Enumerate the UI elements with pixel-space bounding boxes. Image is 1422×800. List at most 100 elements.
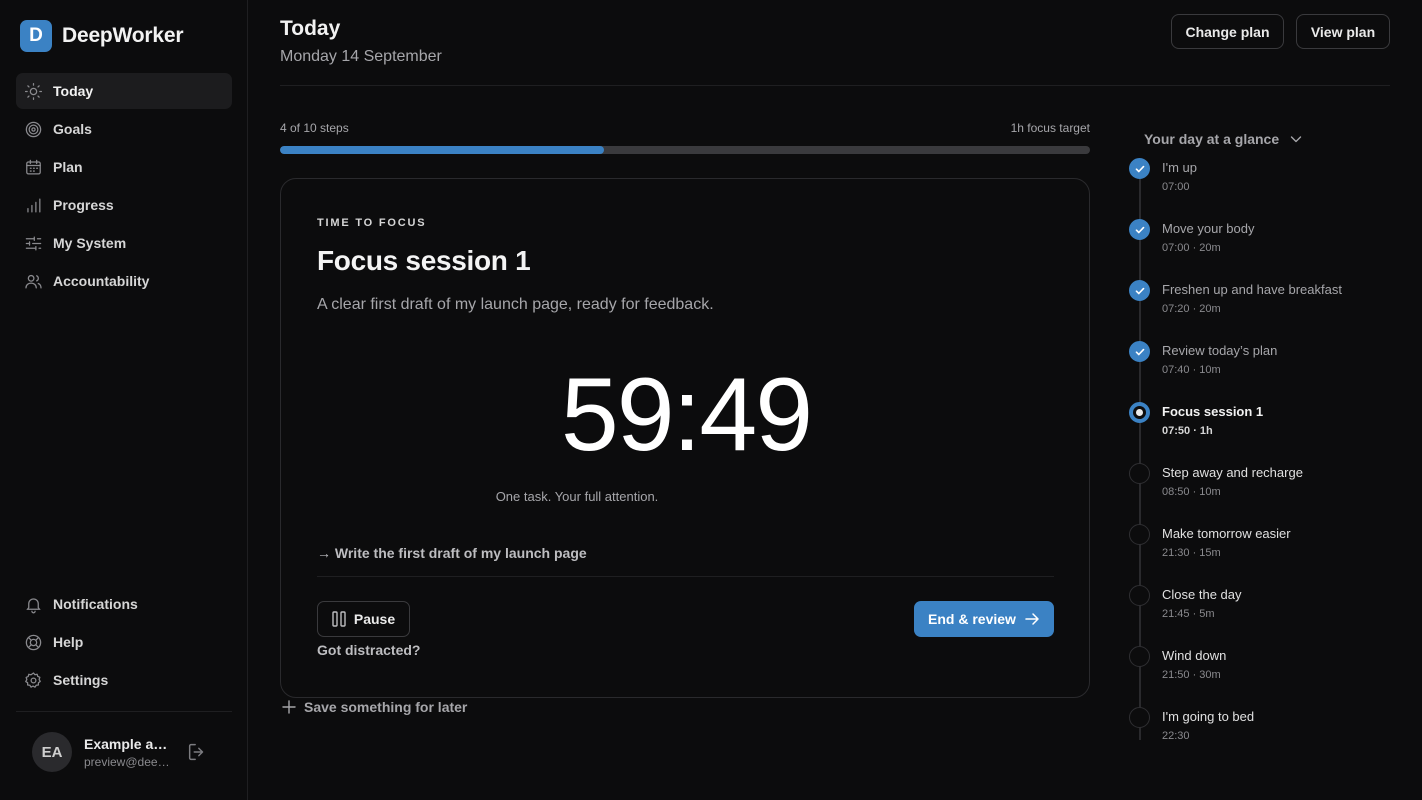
pending-step-icon	[1129, 463, 1150, 484]
timeline-item-time: 08:50 · 10m	[1162, 486, 1221, 498]
check-icon	[1129, 341, 1150, 362]
sidebar-item-label: My System	[53, 235, 127, 251]
got-distracted-link[interactable]: Got distracted?	[317, 642, 420, 658]
sun-icon	[24, 82, 43, 101]
pending-step-icon	[1129, 524, 1150, 545]
timeline-item-title: Focus session 1	[1162, 404, 1264, 419]
timeline-item[interactable]: I'm going to bed 22:30	[1129, 707, 1389, 757]
timeline-item-title: Move your body	[1162, 221, 1255, 236]
secondary-nav: Notifications Help Settings	[16, 586, 232, 700]
sidebar: D DeepWorker Today Goals Plan Progress M…	[0, 0, 248, 800]
timeline-item[interactable]: Move your body 07:00 · 20m	[1129, 219, 1389, 269]
timeline-item[interactable]: Close the day 21:45 · 5m	[1129, 585, 1389, 635]
bar-chart-icon	[24, 196, 43, 215]
pause-button[interactable]: Pause	[317, 601, 410, 637]
target-icon	[24, 120, 43, 139]
change-plan-button[interactable]: Change plan	[1171, 14, 1284, 49]
sidebar-item-help[interactable]: Help	[16, 624, 232, 660]
timeline-item[interactable]: Step away and recharge 08:50 · 10m	[1129, 463, 1389, 513]
pending-step-icon	[1129, 646, 1150, 667]
pending-step-icon	[1129, 707, 1150, 728]
sidebar-item-goals[interactable]: Goals	[16, 111, 232, 147]
sidebar-item-my-system[interactable]: My System	[16, 225, 232, 261]
timeline-item-title: Review today’s plan	[1162, 343, 1278, 358]
header-divider	[280, 85, 1390, 86]
user-profile[interactable]: EA Example account preview@deepworker.ap…	[32, 732, 170, 772]
countdown-timer: 59:49	[560, 357, 813, 473]
check-icon	[1129, 280, 1150, 301]
user-email: preview@deepworker.app	[84, 754, 170, 769]
timeline-item-title: Make tomorrow easier	[1162, 526, 1291, 541]
day-at-a-glance-toggle[interactable]: Your day at a glance	[1144, 131, 1303, 147]
sidebar-item-label: Notifications	[53, 596, 138, 612]
sidebar-item-label: Plan	[53, 159, 83, 175]
timeline-item-time: 07:40 · 10m	[1162, 364, 1221, 376]
divider	[317, 576, 1054, 577]
progress-target-label: 1h focus target	[1010, 121, 1090, 135]
timeline-item[interactable]: Wind down 21:50 · 30m	[1129, 646, 1389, 696]
timeline-heading: Your day at a glance	[1144, 131, 1280, 147]
session-eyebrow: TIME TO FOCUS	[317, 217, 427, 229]
sliders-icon	[24, 234, 43, 253]
avatar: EA	[32, 732, 72, 772]
timeline-item[interactable]: Focus session 1 07:50 · 1h	[1129, 402, 1389, 452]
check-icon	[1129, 158, 1150, 179]
progress-bar	[280, 146, 1090, 154]
brand-name: DeepWorker	[62, 24, 184, 47]
timeline-item-time: 07:50 · 1h	[1162, 425, 1213, 437]
arrow-right-icon	[1024, 611, 1040, 627]
timeline-item-title: Freshen up and have breakfast	[1162, 282, 1342, 297]
sidebar-item-settings[interactable]: Settings	[16, 662, 232, 698]
check-icon	[1129, 219, 1150, 240]
timeline-item[interactable]: Make tomorrow easier 21:30 · 15m	[1129, 524, 1389, 574]
logout-icon[interactable]	[186, 741, 208, 763]
timeline-item-time: 22:30	[1162, 730, 1190, 742]
users-icon	[24, 272, 43, 291]
chevron-down-icon	[1289, 132, 1303, 146]
timeline-item[interactable]: Freshen up and have breakfast 07:20 · 20m	[1129, 280, 1389, 330]
brand[interactable]: D DeepWorker	[20, 20, 184, 52]
timeline-item-title: I'm up	[1162, 160, 1197, 175]
user-name: Example account	[84, 735, 170, 752]
bell-icon	[24, 595, 43, 614]
sidebar-item-label: Progress	[53, 197, 114, 213]
sidebar-item-label: Accountability	[53, 273, 150, 289]
user-info: Example account preview@deepworker.app	[84, 736, 170, 769]
sidebar-item-notifications[interactable]: Notifications	[16, 586, 232, 622]
lifebuoy-icon	[24, 633, 43, 652]
sidebar-item-accountability[interactable]: Accountability	[16, 263, 232, 299]
progress-bar-fill	[280, 146, 604, 154]
timeline-item[interactable]: Review today’s plan 07:40 · 10m	[1129, 341, 1389, 391]
timer-caption: One task. Your full attention.	[495, 489, 659, 504]
page-title: Today	[280, 17, 341, 40]
timeline-item-time: 07:20 · 20m	[1162, 303, 1221, 315]
main-nav: Today Goals Plan Progress My System Acco…	[16, 73, 232, 301]
end-review-button[interactable]: End & review	[914, 601, 1054, 637]
sidebar-item-today[interactable]: Today	[16, 73, 232, 109]
progress-steps-label: 4 of 10 steps	[280, 121, 349, 135]
pending-step-icon	[1129, 585, 1150, 606]
sidebar-item-label: Help	[53, 634, 84, 650]
session-title: Focus session 1	[317, 245, 531, 276]
pause-icon	[332, 611, 346, 627]
timeline-item-time: 21:45 · 5m	[1162, 608, 1215, 620]
sidebar-item-label: Settings	[53, 672, 109, 688]
save-for-later-label: Save something for later	[304, 699, 468, 715]
view-plan-button[interactable]: View plan	[1296, 14, 1390, 49]
sidebar-item-label: Today	[53, 83, 94, 99]
divider	[16, 711, 232, 712]
timeline-item[interactable]: I'm up 07:00	[1129, 158, 1389, 208]
timeline-item-title: Close the day	[1162, 587, 1242, 602]
timeline-item-title: Step away and recharge	[1162, 465, 1303, 480]
save-for-later-button[interactable]: Save something for later	[282, 699, 467, 715]
focus-session-card: TIME TO FOCUS Focus session 1 A clear fi…	[280, 178, 1090, 698]
sidebar-item-plan[interactable]: Plan	[16, 149, 232, 185]
calendar-icon	[24, 158, 43, 177]
end-review-label: End & review	[928, 611, 1016, 627]
timeline-item-time: 07:00	[1162, 181, 1190, 193]
sidebar-item-progress[interactable]: Progress	[16, 187, 232, 223]
timeline-item-title: Wind down	[1162, 648, 1227, 663]
timeline-item-title: I'm going to bed	[1162, 709, 1255, 724]
current-task-link[interactable]: → Write the first draft of my launch pag…	[317, 545, 587, 561]
sidebar-item-label: Goals	[53, 121, 92, 137]
